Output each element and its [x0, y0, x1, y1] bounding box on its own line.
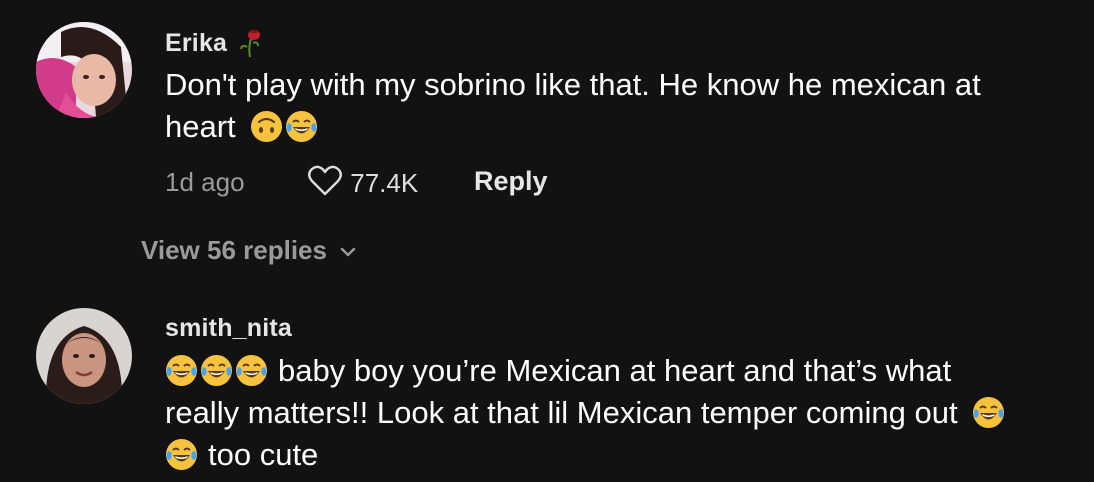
avatar[interactable] [36, 308, 132, 404]
tears-of-joy-icon [972, 396, 1005, 429]
comment-text-line: Don't play with my sobrino like that. He… [165, 67, 981, 102]
comment-text: baby boy you’re Mexican at heart and tha… [165, 350, 1065, 476]
avatar[interactable] [36, 22, 132, 118]
avatar-image [36, 308, 132, 404]
chevron-down-icon [340, 233, 356, 264]
avatar-image [36, 22, 132, 118]
upside-down-face-icon [250, 110, 283, 143]
comment-username[interactable]: Erika [165, 27, 264, 64]
comment-text-line: baby boy you’re Mexican at heart and tha… [165, 350, 1065, 392]
tears-of-joy-icon [165, 354, 198, 387]
comment-text-line: too cute [165, 434, 1065, 476]
wilted-rose-icon [236, 27, 264, 64]
comment-text-line: really matters!! Look at that lil Mexica… [165, 392, 1065, 434]
comment-text: Don't play with my sobrino like that. He… [165, 64, 1065, 148]
tears-of-joy-icon [200, 354, 233, 387]
reply-button[interactable]: Reply [474, 166, 548, 197]
view-replies-button[interactable]: View 56 replies [141, 233, 356, 266]
heart-icon [307, 165, 343, 204]
tears-of-joy-icon [165, 438, 198, 471]
comment-username[interactable]: smith_nita [165, 314, 292, 343]
like-button[interactable]: 77.4K [307, 165, 418, 204]
comment-timestamp: 1d ago [165, 167, 245, 197]
username-text: Erika [165, 29, 228, 57]
comment-text-line: heart [165, 106, 1065, 148]
view-replies-label: View 56 replies [141, 235, 327, 265]
tears-of-joy-icon [235, 354, 268, 387]
like-count: 77.4K [350, 168, 419, 198]
tears-of-joy-icon [285, 110, 318, 143]
